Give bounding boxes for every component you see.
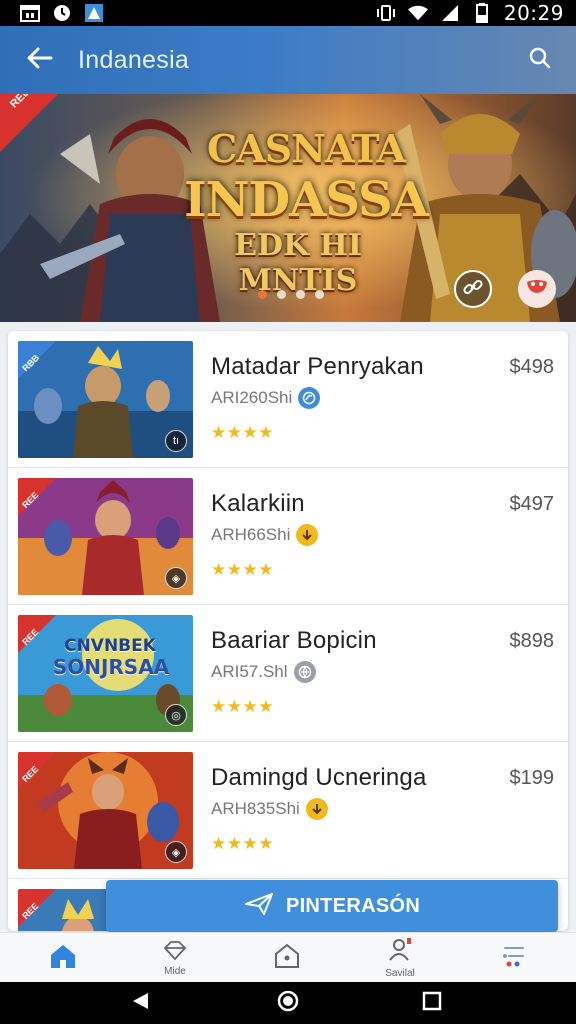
item-code-row: ARH66Shi [211, 524, 319, 546]
item-title: Matadar Penryakan [211, 353, 424, 380]
hero-title-line1: CASNATA [207, 126, 406, 171]
menu-icon [501, 944, 527, 973]
thumb-corner-icon: ◈ [165, 567, 187, 589]
item-rating: ★★★★ [211, 560, 274, 579]
arrow-down-icon [296, 524, 319, 546]
vibrate-icon [376, 4, 396, 22]
item-rating: ★★★★ [211, 423, 274, 442]
carousel-dot[interactable] [258, 290, 267, 299]
nav-mide[interactable]: Mide [125, 933, 225, 983]
mask-button[interactable] [518, 270, 556, 308]
thumb-ribbon: REE [18, 478, 58, 518]
search-button[interactable] [520, 40, 560, 80]
thumb-ribbon: REE [18, 889, 58, 929]
item-thumbnail: REE ◈ [18, 752, 193, 869]
system-home-button[interactable] [268, 988, 308, 1018]
system-back-button[interactable] [120, 988, 160, 1018]
hero-ribbon: REE [0, 94, 60, 154]
system-nav-bar [0, 982, 576, 1024]
status-left [20, 4, 104, 22]
nav-savilal[interactable]: Savilal [350, 933, 450, 983]
status-bar: 20:29 [0, 0, 576, 26]
item-code: ARH66Shi [211, 525, 291, 544]
thumb-ribbon: REE [18, 615, 58, 655]
home-icon [49, 943, 77, 974]
action-button-label: PINTERASÓN [285, 894, 421, 917]
item-thumbnail: REE ◈ [18, 478, 193, 595]
carousel-dot[interactable] [296, 290, 305, 299]
nav-menu[interactable] [464, 933, 564, 983]
item-code: ARH835Shi [211, 799, 300, 818]
item-thumbnail: RBB tı [18, 341, 193, 458]
thumb-corner-icon: tı [165, 430, 187, 452]
item-title: Baariar Bopicin [211, 627, 377, 654]
nav-label: Mide [164, 965, 186, 977]
search-icon [529, 47, 551, 74]
house-outline-icon [274, 943, 300, 974]
globe-icon [298, 387, 321, 409]
item-price: $199 [509, 767, 555, 789]
item-price: $498 [509, 356, 555, 378]
send-icon [244, 892, 274, 921]
item-rating: ★★★★ [211, 834, 274, 853]
item-code: ARI260Shi [211, 388, 293, 407]
status-time: 20:29 [503, 1, 564, 25]
status-right: 20:29 [376, 1, 564, 25]
nav-label: Savilal [385, 967, 415, 979]
hero-subtitle: EDK HI MNTIS [234, 228, 362, 298]
carousel-dot[interactable] [315, 290, 324, 299]
list-item[interactable]: REE ◈ Kalarkiin $497 ARH66Shi ★★★★ [8, 468, 568, 605]
thumb-ribbon: RBB [18, 341, 58, 381]
thumb-title-1: CNVNBEK [64, 636, 156, 656]
carousel-dots[interactable] [258, 290, 324, 299]
clock-icon [52, 4, 72, 22]
item-code-row: ARI57.Shl [211, 661, 316, 683]
game-list: RBB tı Matadar Penryakan $498 ARI260Shi … [8, 331, 568, 931]
item-rating: ★★★★ [211, 697, 274, 716]
list-item[interactable]: REE ◈ Damingd Ucneringa $199 ARH835Shi ★… [8, 742, 568, 879]
app-bar: Indanesia [0, 26, 576, 94]
screen: 20:29 REE CASNATA INDASSA EDK HI MNTIS I… [0, 0, 576, 1024]
item-code-row: ARH835Shi [211, 798, 328, 820]
home-circle-icon [276, 989, 300, 1018]
item-price: $898 [509, 630, 555, 652]
back-button[interactable] [18, 38, 62, 82]
share-link-button[interactable] [454, 270, 492, 308]
hero-banner[interactable]: REE CASNATA INDASSA EDK HI MNTIS [0, 94, 576, 322]
nav-home[interactable] [13, 933, 113, 983]
item-code: ARI57.Shl [211, 662, 288, 681]
hero-title-line2: INDASSA [184, 172, 429, 228]
list-item[interactable]: RBB tı Matadar Penryakan $498 ARI260Shi … [8, 331, 568, 468]
battery-icon [472, 3, 492, 23]
nav-places[interactable] [237, 933, 337, 983]
action-button[interactable]: PINTERASÓN [106, 880, 558, 932]
thumb-corner-icon: ◎ [165, 704, 187, 726]
wifi-icon [407, 4, 428, 22]
link-icon [462, 276, 484, 303]
bottom-nav: Mide Savilal [0, 932, 576, 982]
calendar-icon [20, 4, 40, 22]
page-title: Indanesia [78, 45, 190, 74]
item-price: $497 [509, 493, 555, 515]
profile-icon [387, 937, 413, 967]
thumb-corner-icon: ◈ [165, 841, 187, 863]
thumb-ribbon: REE [18, 752, 58, 792]
app-icon [84, 4, 104, 22]
item-code-row: ARI260Shi [211, 387, 321, 409]
list-item[interactable]: CNVNBEK SONJRSAA REE ◎ Baariar Bopicin $… [8, 605, 568, 742]
recents-square-icon [422, 991, 442, 1016]
globe-icon [293, 661, 316, 683]
carousel-dot[interactable] [277, 290, 286, 299]
signal-icon [440, 4, 460, 22]
item-thumbnail: CNVNBEK SONJRSAA REE ◎ [18, 615, 193, 732]
back-triangle-icon [130, 991, 150, 1016]
arrow-down-icon [305, 798, 328, 820]
item-title: Damingd Ucneringa [211, 764, 427, 791]
system-recents-button[interactable] [412, 988, 452, 1018]
mask-icon [526, 278, 548, 301]
arrow-left-icon [27, 47, 53, 74]
diamond-icon [163, 940, 187, 965]
thumb-title-2: SONJRSAA [52, 655, 170, 679]
item-title: Kalarkiin [211, 490, 305, 517]
